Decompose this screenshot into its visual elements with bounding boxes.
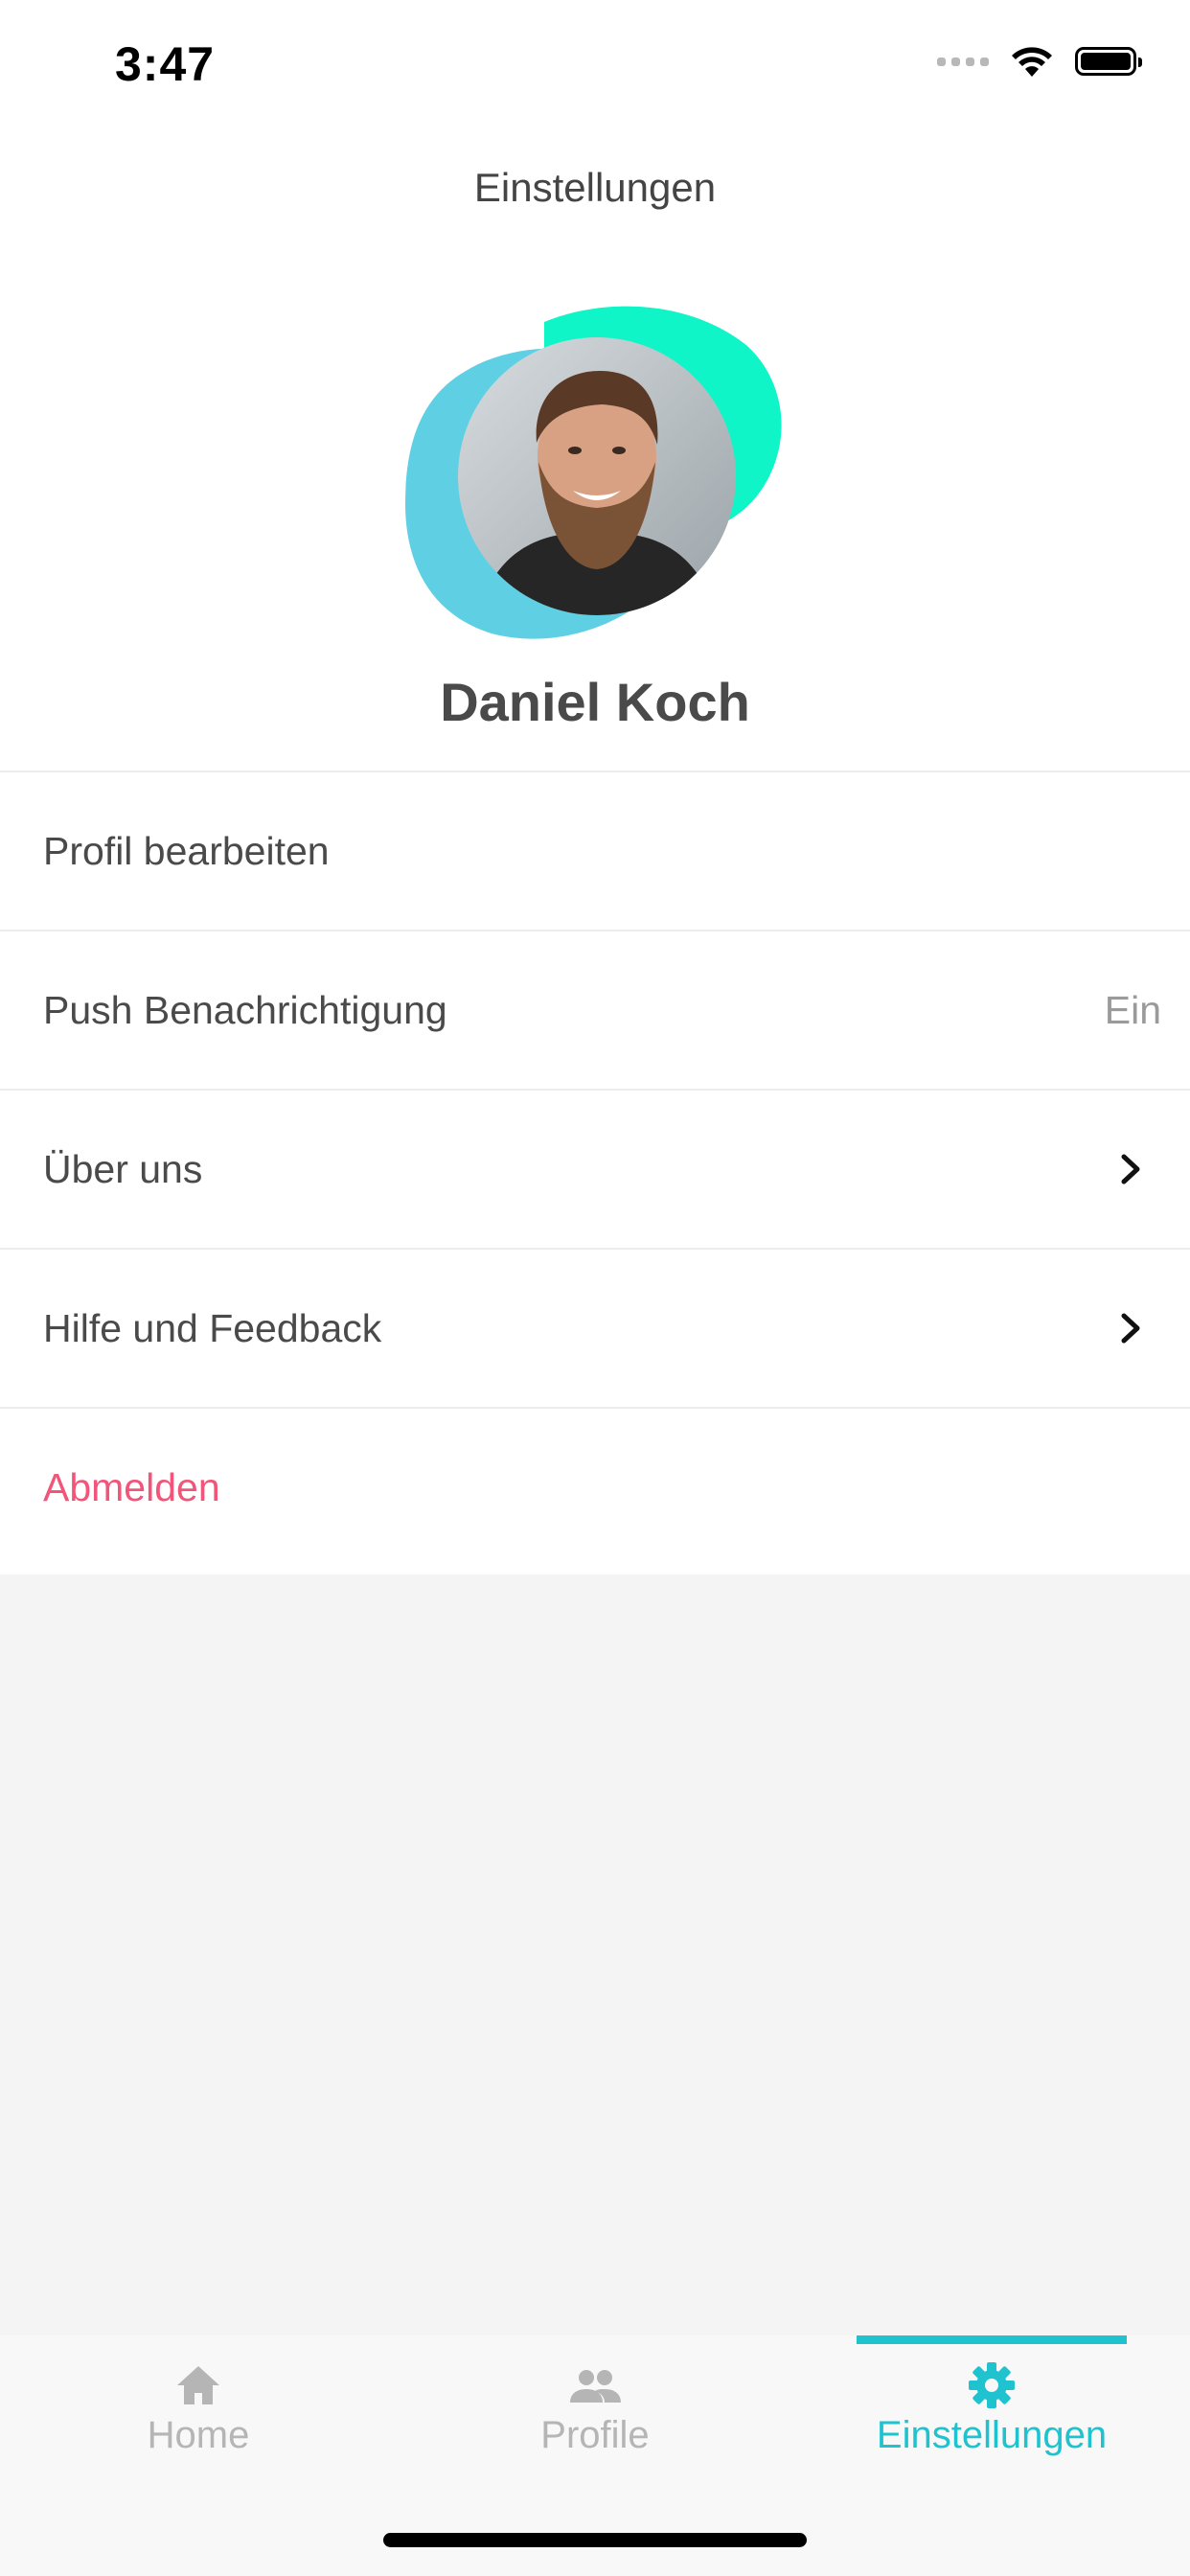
- tab-settings[interactable]: Einstellungen: [793, 2335, 1190, 2489]
- chevron-right-icon: [1121, 1313, 1140, 1344]
- page-title: Einstellungen: [473, 165, 717, 210]
- tab-label: Einstellungen: [876, 2414, 1108, 2456]
- tab-label: Home: [147, 2414, 250, 2456]
- menu-item-label: Hilfe und Feedback: [43, 1305, 382, 1350]
- user-name: Daniel Koch: [440, 672, 750, 732]
- menu-item-label: Profil bearbeiten: [43, 828, 330, 873]
- menu-item-edit-profile[interactable]: Profil bearbeiten: [0, 770, 1190, 930]
- tab-home[interactable]: Home: [0, 2335, 397, 2489]
- cellular-signal-icon: [937, 57, 989, 66]
- tab-label: Profile: [540, 2414, 650, 2456]
- home-indicator: [383, 2533, 807, 2547]
- battery-icon: [1075, 47, 1142, 76]
- menu-item-help-feedback[interactable]: Hilfe und Feedback: [0, 1248, 1190, 1407]
- menu-item-push-notifications[interactable]: Push Benachrichtigung Ein: [0, 930, 1190, 1089]
- tab-profile[interactable]: Profile: [397, 2335, 793, 2489]
- menu-item-about-us[interactable]: Über uns: [0, 1089, 1190, 1248]
- home-icon: [177, 2366, 219, 2404]
- avatar[interactable]: [400, 303, 791, 648]
- people-icon: [570, 2370, 621, 2403]
- gear-icon: [969, 2362, 1015, 2408]
- wifi-icon: [1012, 47, 1052, 77]
- chevron-right-icon: [1121, 1154, 1140, 1184]
- menu-item-label: Abmelden: [43, 1464, 220, 1509]
- status-icons: [937, 42, 1142, 80]
- push-notification-status: Ein: [1104, 987, 1161, 1032]
- menu-item-label: Push Benachrichtigung: [43, 987, 447, 1032]
- avatar-photo: [458, 337, 736, 615]
- status-time: 3:47: [115, 37, 216, 91]
- settings-menu: Profil bearbeiten Push Benachrichtigung …: [0, 770, 1190, 1566]
- logout-button[interactable]: Abmelden: [0, 1407, 1190, 1566]
- menu-item-label: Über uns: [43, 1146, 203, 1191]
